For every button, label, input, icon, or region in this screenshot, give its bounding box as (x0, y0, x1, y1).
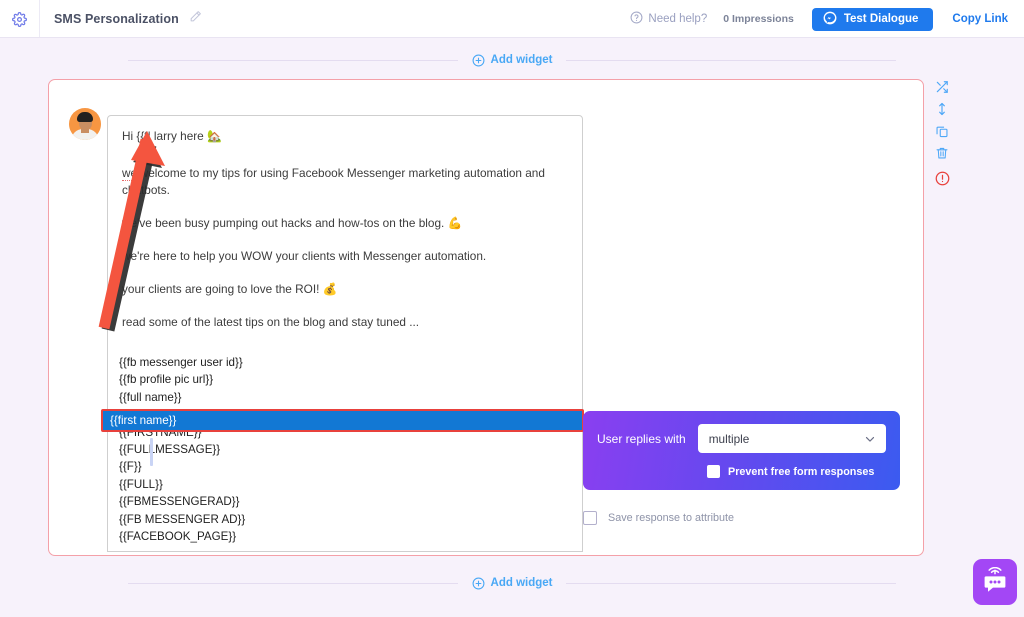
top-bar: SMS Personalization Need help? 0 Impress… (0, 0, 1024, 38)
list-item[interactable]: {{FB MESSENGER AD}} (108, 511, 582, 528)
move-button[interactable] (930, 98, 954, 120)
list-item[interactable]: {{FBMESSENGERAD}} (108, 493, 582, 510)
save-response-row: Save response to attribute (583, 511, 734, 525)
divider-line-left (127, 59, 458, 61)
misspelled-word: wel (122, 166, 140, 181)
divider-line-right (566, 59, 897, 61)
copy-icon (936, 126, 948, 138)
page-title: SMS Personalization (54, 12, 179, 26)
title-group: SMS Personalization (40, 10, 202, 28)
widget-card: Hi {{f| larry here 🏡 welwelcome to my ti… (48, 79, 924, 556)
broadcast-chat-button[interactable] (973, 559, 1017, 605)
trash-icon (936, 147, 948, 159)
settings-button[interactable] (0, 0, 39, 38)
add-widget-label-bottom: Add widget (490, 577, 553, 589)
move-vertical-icon (939, 102, 945, 116)
message-textarea[interactable]: Hi {{f| larry here 🏡 welwelcome to my ti… (107, 115, 583, 342)
add-widget-button-top[interactable]: Add widget (458, 54, 567, 67)
error-indicator[interactable] (930, 167, 954, 189)
need-help-link[interactable]: Need help? (630, 11, 707, 27)
avatar (69, 108, 101, 140)
user-replies-panel: User replies with multiple Prevent free … (583, 411, 900, 490)
alert-circle-icon (935, 171, 949, 185)
prevent-free-form-label: Prevent free form responses (728, 465, 875, 478)
shuffle-icon (936, 81, 948, 93)
list-item[interactable]: {{FULLMESSAGE}} (108, 441, 582, 458)
selected-suggestion-label: {{first name}} (110, 414, 177, 427)
pencil-icon[interactable] (189, 10, 202, 28)
user-replies-selected-value: multiple (708, 431, 750, 446)
list-item[interactable]: {{FACEBOOK_PAGE}} (108, 528, 582, 545)
delete-button[interactable] (930, 142, 954, 164)
duplicate-button[interactable] (930, 120, 954, 142)
message-line-text: welcome to my tips for using Facebook Me… (122, 166, 549, 197)
text-caret (150, 438, 153, 466)
add-widget-button-bottom[interactable]: Add widget (458, 577, 567, 590)
shuffle-button[interactable] (930, 76, 954, 98)
list-item[interactable]: {{fb profile pic url}} (108, 371, 582, 388)
app-root: SMS Personalization Need help? 0 Impress… (0, 0, 1024, 617)
list-item[interactable]: {{fb messenger user id}} (108, 354, 582, 371)
list-item[interactable]: {{full name}} (108, 389, 582, 406)
need-help-label: Need help? (648, 13, 708, 25)
user-replies-row: User replies with multiple (597, 424, 886, 453)
message-line: read some of the latest tips on the blog… (122, 315, 420, 329)
message-line: welwelcome to my tips for using Facebook… (122, 165, 568, 199)
divider-line-right (566, 582, 897, 584)
user-replies-select[interactable]: multiple (697, 424, 886, 453)
divider-line-left (127, 582, 458, 584)
save-response-checkbox[interactable] (583, 511, 597, 525)
copy-link-button[interactable]: Copy Link (952, 13, 1008, 25)
add-widget-label-top: Add widget (490, 54, 553, 66)
top-bar-bottom-border (0, 37, 1024, 38)
selected-suggestion[interactable]: {{first name}} (101, 409, 584, 432)
prevent-free-form-row: Prevent free form responses (597, 465, 886, 478)
save-response-label: Save response to attribute (608, 512, 735, 524)
broadcast-chat-icon (984, 567, 1006, 592)
prevent-free-form-checkbox[interactable] (707, 465, 720, 478)
user-replies-label: User replies with (597, 431, 686, 446)
message-line: we've been busy pumping out hacks and ho… (122, 216, 463, 230)
avatar-hair (77, 112, 93, 122)
list-item[interactable]: {{FULL}} (108, 476, 582, 493)
chevron-down-icon (865, 436, 875, 442)
gear-icon (12, 11, 27, 27)
test-dialogue-button[interactable]: Test Dialogue (811, 7, 934, 31)
widget-toolbar (930, 76, 954, 189)
plus-circle-icon (472, 577, 484, 589)
variable-suggestion-list[interactable]: {{fb messenger user id}} {{fb profile pi… (107, 330, 583, 553)
message-line: we're here to help you WOW your clients … (122, 249, 487, 263)
messenger-icon (823, 11, 837, 28)
plus-circle-icon (472, 54, 484, 66)
message-line: Hi {{f| larry here 🏡 (122, 129, 222, 143)
impressions-count: 0 Impressions (723, 13, 794, 25)
add-widget-row-top: Add widget (0, 51, 1024, 69)
top-bar-actions: Need help? 0 Impressions Test Dialogue C… (630, 0, 1024, 38)
question-circle-icon (630, 11, 643, 27)
test-dialogue-label: Test Dialogue (843, 13, 919, 25)
add-widget-row-bottom: Add widget (0, 574, 1024, 592)
message-line: your clients are going to love the ROI! … (122, 282, 338, 296)
list-item[interactable]: {{F}} (108, 458, 582, 475)
